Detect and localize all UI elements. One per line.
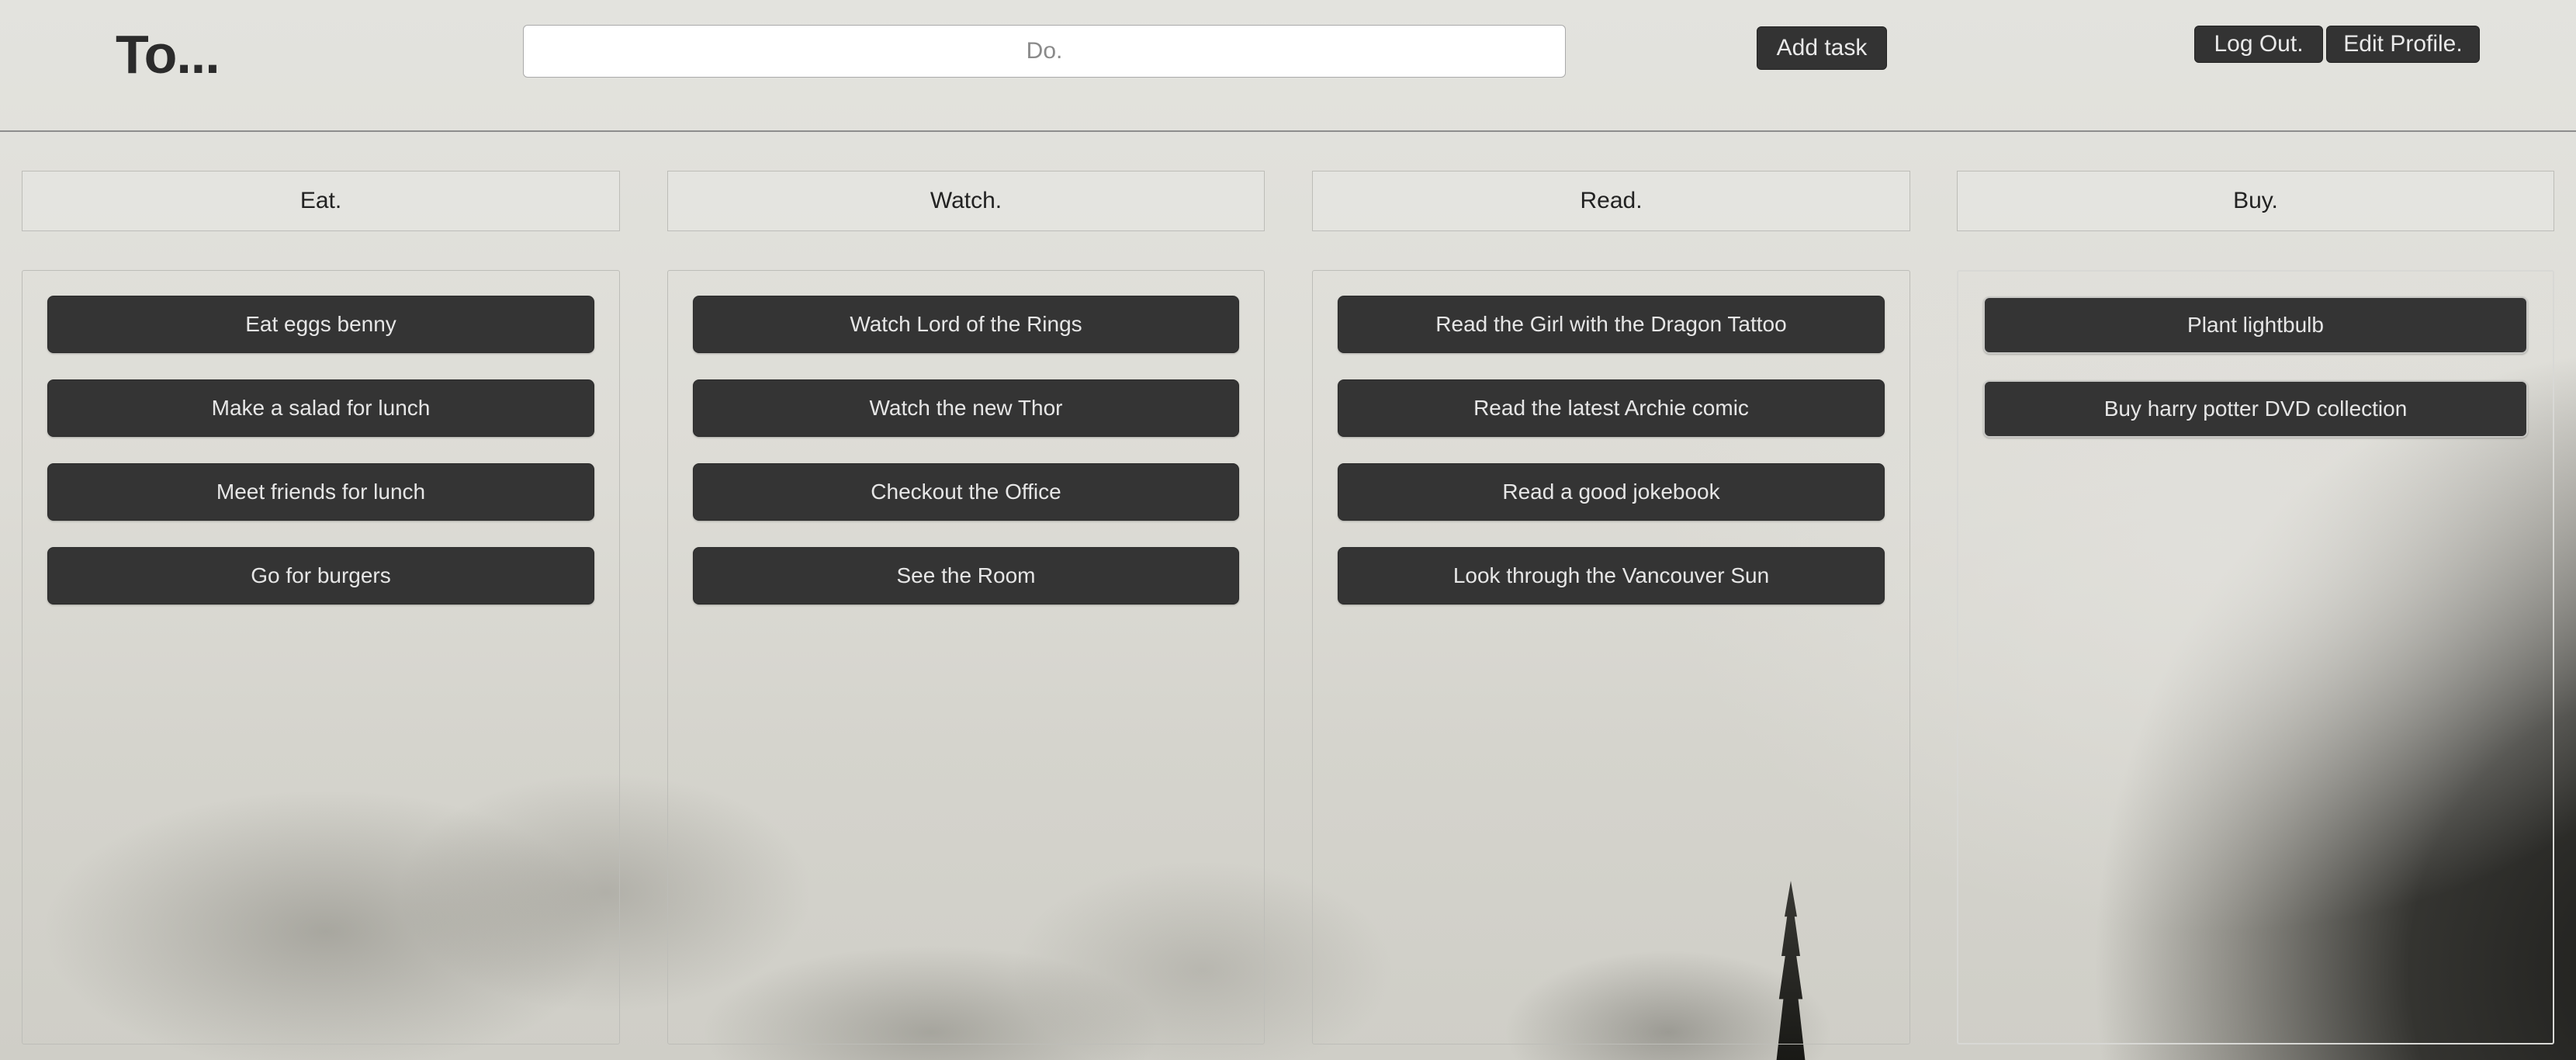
task-list: Eat eggs benny Make a salad for lunch Me… xyxy=(47,296,594,631)
column-title: Read. xyxy=(1580,188,1643,213)
header-divider xyxy=(0,130,2576,132)
column-header-watch: Watch. xyxy=(667,171,1265,231)
column-header-read: Read. xyxy=(1312,171,1910,231)
task-item[interactable]: Watch the new Thor xyxy=(693,379,1239,437)
column-panel-watch: Watch Lord of the Rings Watch the new Th… xyxy=(667,270,1265,1044)
column-title: Eat. xyxy=(299,188,342,213)
task-item[interactable]: Watch Lord of the Rings xyxy=(693,296,1239,353)
task-item[interactable]: Checkout the Office xyxy=(693,463,1239,521)
task-item[interactable]: See the Room xyxy=(693,547,1239,604)
edit-profile-button[interactable]: Edit Profile. xyxy=(2326,26,2480,63)
task-item[interactable]: Read the Girl with the Dragon Tattoo xyxy=(1338,296,1885,353)
task-item[interactable]: Make a salad for lunch xyxy=(47,379,594,437)
task-list: Plant lightbulb Buy harry potter DVD col… xyxy=(1983,296,2528,464)
app: To... Add task Log Out. Edit Profile. Ea… xyxy=(0,0,2576,1060)
add-task-button[interactable]: Add task xyxy=(1757,26,1887,70)
column-header-eat: Eat. xyxy=(22,171,620,231)
column-title: Buy. xyxy=(2233,188,2278,213)
task-item[interactable]: Read a good jokebook xyxy=(1338,463,1885,521)
logout-button[interactable]: Log Out. xyxy=(2194,26,2323,63)
task-input[interactable] xyxy=(523,25,1566,78)
task-item[interactable]: Look through the Vancouver Sun xyxy=(1338,547,1885,604)
task-item[interactable]: Read the latest Archie comic xyxy=(1338,379,1885,437)
task-list: Read the Girl with the Dragon Tattoo Rea… xyxy=(1338,296,1885,631)
column-header-buy: Buy. xyxy=(1957,171,2554,231)
task-item[interactable]: Go for burgers xyxy=(47,547,594,604)
column-title: Watch. xyxy=(930,188,1002,213)
column-panel-eat: Eat eggs benny Make a salad for lunch Me… xyxy=(22,270,620,1044)
task-item[interactable]: Meet friends for lunch xyxy=(47,463,594,521)
task-item[interactable]: Plant lightbulb xyxy=(1983,296,2528,354)
column-panel-buy: Plant lightbulb Buy harry potter DVD col… xyxy=(1957,270,2554,1044)
task-item[interactable]: Buy harry potter DVD collection xyxy=(1983,380,2528,438)
app-logo: To... xyxy=(116,24,220,85)
task-list: Watch Lord of the Rings Watch the new Th… xyxy=(693,296,1239,631)
column-panel-read: Read the Girl with the Dragon Tattoo Rea… xyxy=(1312,270,1910,1044)
task-item[interactable]: Eat eggs benny xyxy=(47,296,594,353)
